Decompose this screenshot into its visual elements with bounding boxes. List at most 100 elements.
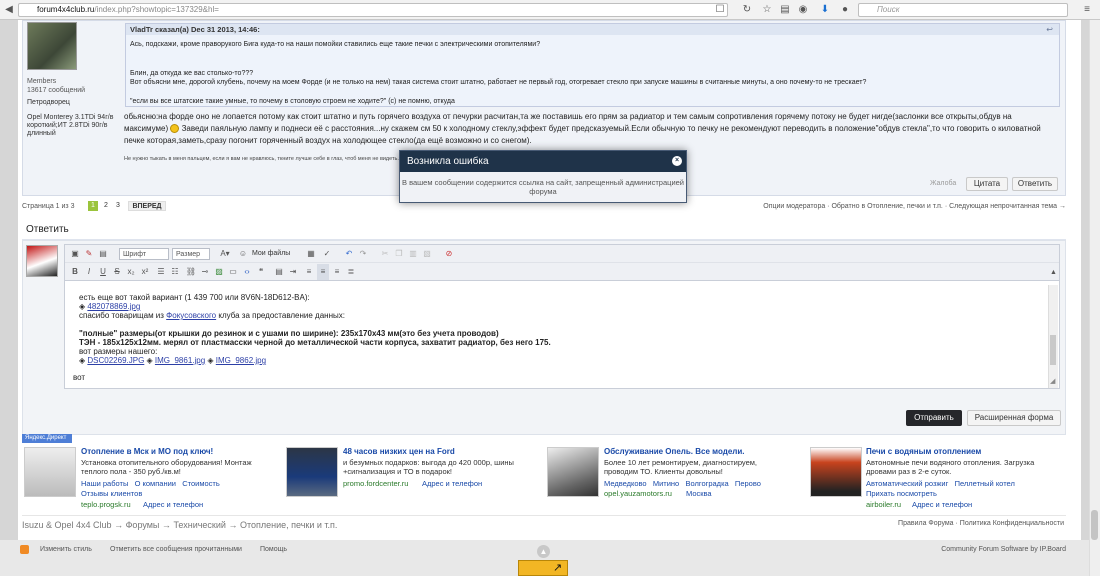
help-link[interactable]: Помощь (260, 546, 287, 553)
page-1[interactable]: 1 (88, 201, 98, 211)
ad-address[interactable]: Адрес и телефон (912, 500, 972, 509)
unlink-icon[interactable]: ⊸ (199, 264, 211, 280)
cut-icon[interactable]: ✂ (379, 246, 391, 262)
eraser-icon[interactable]: ✎ (83, 246, 95, 262)
source-icon[interactable]: ▣ (69, 246, 81, 262)
scroll-top-icon[interactable]: ▲ (537, 545, 550, 558)
next-page-button[interactable]: ВПЕРЕД (128, 201, 166, 211)
breadcrumb-item[interactable]: Форумы (126, 520, 160, 530)
page-3[interactable]: 3 (113, 201, 123, 211)
ad-links[interactable]: Наши работы О компании Стоимость (81, 479, 220, 488)
ad-links[interactable]: Прихать посмотреть (866, 489, 937, 498)
page-scroll-thumb[interactable] (1091, 510, 1098, 540)
undo-icon[interactable]: ↶ (343, 246, 355, 262)
ad-image[interactable] (810, 447, 862, 497)
ad-links[interactable]: Отзывы клиентов (81, 489, 142, 498)
attachment-link[interactable]: IMG_9862.jpg (216, 356, 266, 365)
font-select[interactable]: Шрифт (119, 248, 169, 260)
send-button[interactable]: Отправить (906, 410, 962, 426)
ad-domain[interactable]: promo.fordcenter.ru (343, 479, 408, 488)
paste-icon[interactable]: ▤ (97, 246, 109, 262)
page-2[interactable]: 2 (101, 201, 111, 211)
resize-handle-icon[interactable]: ◢ (1050, 377, 1055, 385)
yandex-direct-tag[interactable]: Яндекс.Директ (22, 434, 72, 443)
star-icon[interactable]: ☆ (760, 3, 774, 17)
editor-scroll-thumb[interactable] (1050, 335, 1056, 365)
ad-links[interactable]: Автоматический розжиг Пеллетный котел (866, 479, 1015, 488)
link-icon[interactable]: ⛓ (185, 264, 197, 280)
report-link[interactable]: Жалоба (930, 180, 956, 187)
moderator-links[interactable]: Опции модератора · Обратно в Отопление, … (752, 203, 1066, 210)
media-icon[interactable]: ▭ (227, 264, 239, 280)
ad-title[interactable]: Обслуживание Опель. Все модели. (604, 447, 745, 456)
remove-format-icon[interactable]: ⊘ (443, 246, 455, 262)
quote-button[interactable]: Цитата (966, 177, 1008, 191)
chat-icon[interactable]: ● (838, 3, 852, 17)
paste-text-icon[interactable]: ▥ (407, 246, 419, 262)
editor-content[interactable]: есть еще вот такой вариант (1 439 700 ил… (65, 281, 1047, 389)
rss-icon[interactable] (20, 545, 29, 554)
browser-search-input[interactable]: Поиск (858, 3, 1068, 17)
italic-icon[interactable]: I (83, 264, 95, 280)
ad-domain[interactable]: airboiler.ru (866, 500, 901, 509)
code-icon[interactable]: ‹› (241, 264, 253, 280)
breadcrumb-item[interactable]: Технический (173, 520, 225, 530)
text-color-icon[interactable]: A▾ (217, 246, 233, 262)
subscript-icon[interactable]: x₂ (125, 264, 137, 280)
page-scrollbar[interactable] (1089, 20, 1100, 576)
breadcrumb-item[interactable]: Isuzu & Opel 4x4 Club (22, 520, 112, 530)
ad-title[interactable]: 48 часов низких цен на Ford (343, 447, 455, 456)
bookmark-page-icon[interactable]: ☐ (713, 3, 727, 17)
attachment-link[interactable]: IMG_9861.jpg (155, 356, 205, 365)
download-icon[interactable]: ⬇ (818, 3, 832, 17)
ad-image[interactable] (24, 447, 76, 497)
ad-links[interactable]: Медведково Митино Волгоградка Перово (604, 479, 761, 488)
breadcrumb-item[interactable]: Отопление, печки и т.п. (240, 520, 337, 530)
ad-title[interactable]: Отопление в Мск и МО под ключ! (81, 447, 213, 456)
change-style-link[interactable]: Изменить стиль (40, 546, 92, 553)
ad-address[interactable]: Адрес и телефон (422, 479, 482, 488)
align-left-icon[interactable]: ≡ (303, 264, 315, 280)
superscript-icon[interactable]: x² (139, 264, 151, 280)
spoiler-icon[interactable]: ▤ (273, 264, 285, 280)
powered-by[interactable]: Community Forum Software by IP.Board (900, 546, 1066, 553)
bold-icon[interactable]: B (69, 264, 81, 280)
number-list-icon[interactable]: ☷ (169, 264, 181, 280)
user-avatar[interactable] (27, 22, 77, 70)
close-icon[interactable]: × (672, 156, 682, 166)
ad-image[interactable] (286, 447, 338, 497)
justify-icon[interactable]: ≣ (345, 264, 357, 280)
mark-read-link[interactable]: Отметить все сообщения прочитанными (110, 546, 242, 553)
align-center-icon[interactable]: ≡ (317, 264, 329, 280)
ad-domain[interactable]: teplo.progsk.ru (81, 500, 131, 509)
club-link[interactable]: Фокусовского (166, 311, 216, 320)
ad-address[interactable]: Адрес и телефон (143, 500, 203, 509)
bullet-list-icon[interactable]: ☰ (155, 264, 167, 280)
ad-address[interactable]: Москва (686, 489, 712, 498)
menu-icon[interactable]: ≡ (1080, 3, 1094, 17)
rules-links[interactable]: Правила Форума · Политика Конфиденциальн… (820, 520, 1064, 527)
reading-list-icon[interactable]: ▤ (778, 3, 792, 17)
advanced-form-button[interactable]: Расширенная форма (967, 410, 1061, 426)
attachment-link[interactable]: 482078869.jpg (87, 302, 140, 311)
paste-word-icon[interactable]: ▧ (421, 246, 433, 262)
align-right-icon[interactable]: ≡ (331, 264, 343, 280)
attachment-link[interactable]: DSC02269.JPG (87, 356, 144, 365)
emoticon-icon[interactable]: ☺ (237, 246, 249, 262)
copy-icon[interactable]: ❐ (393, 246, 405, 262)
strike-icon[interactable]: S (111, 264, 123, 280)
spellcheck-icon[interactable]: ✓ (321, 246, 333, 262)
indent-icon[interactable]: ⇥ (287, 264, 299, 280)
print-icon[interactable]: ▦ (305, 246, 317, 262)
size-select[interactable]: Размер (172, 248, 210, 260)
quote-jump-icon[interactable]: ↩ (1046, 25, 1053, 34)
ad-image[interactable] (547, 447, 599, 497)
image-icon[interactable]: ▨ (213, 264, 225, 280)
security-icon[interactable]: ◉ (796, 3, 810, 17)
address-bar[interactable]: forum4x4club.ru/index.php?showtopic=1373… (18, 3, 728, 17)
underline-icon[interactable]: U (97, 264, 109, 280)
back-icon[interactable]: ◀ (2, 3, 16, 17)
redo-icon[interactable]: ↷ (357, 246, 369, 262)
collapse-toolbar-icon[interactable]: ▲ (1050, 269, 1057, 276)
reply-button[interactable]: Ответить (1012, 177, 1058, 191)
